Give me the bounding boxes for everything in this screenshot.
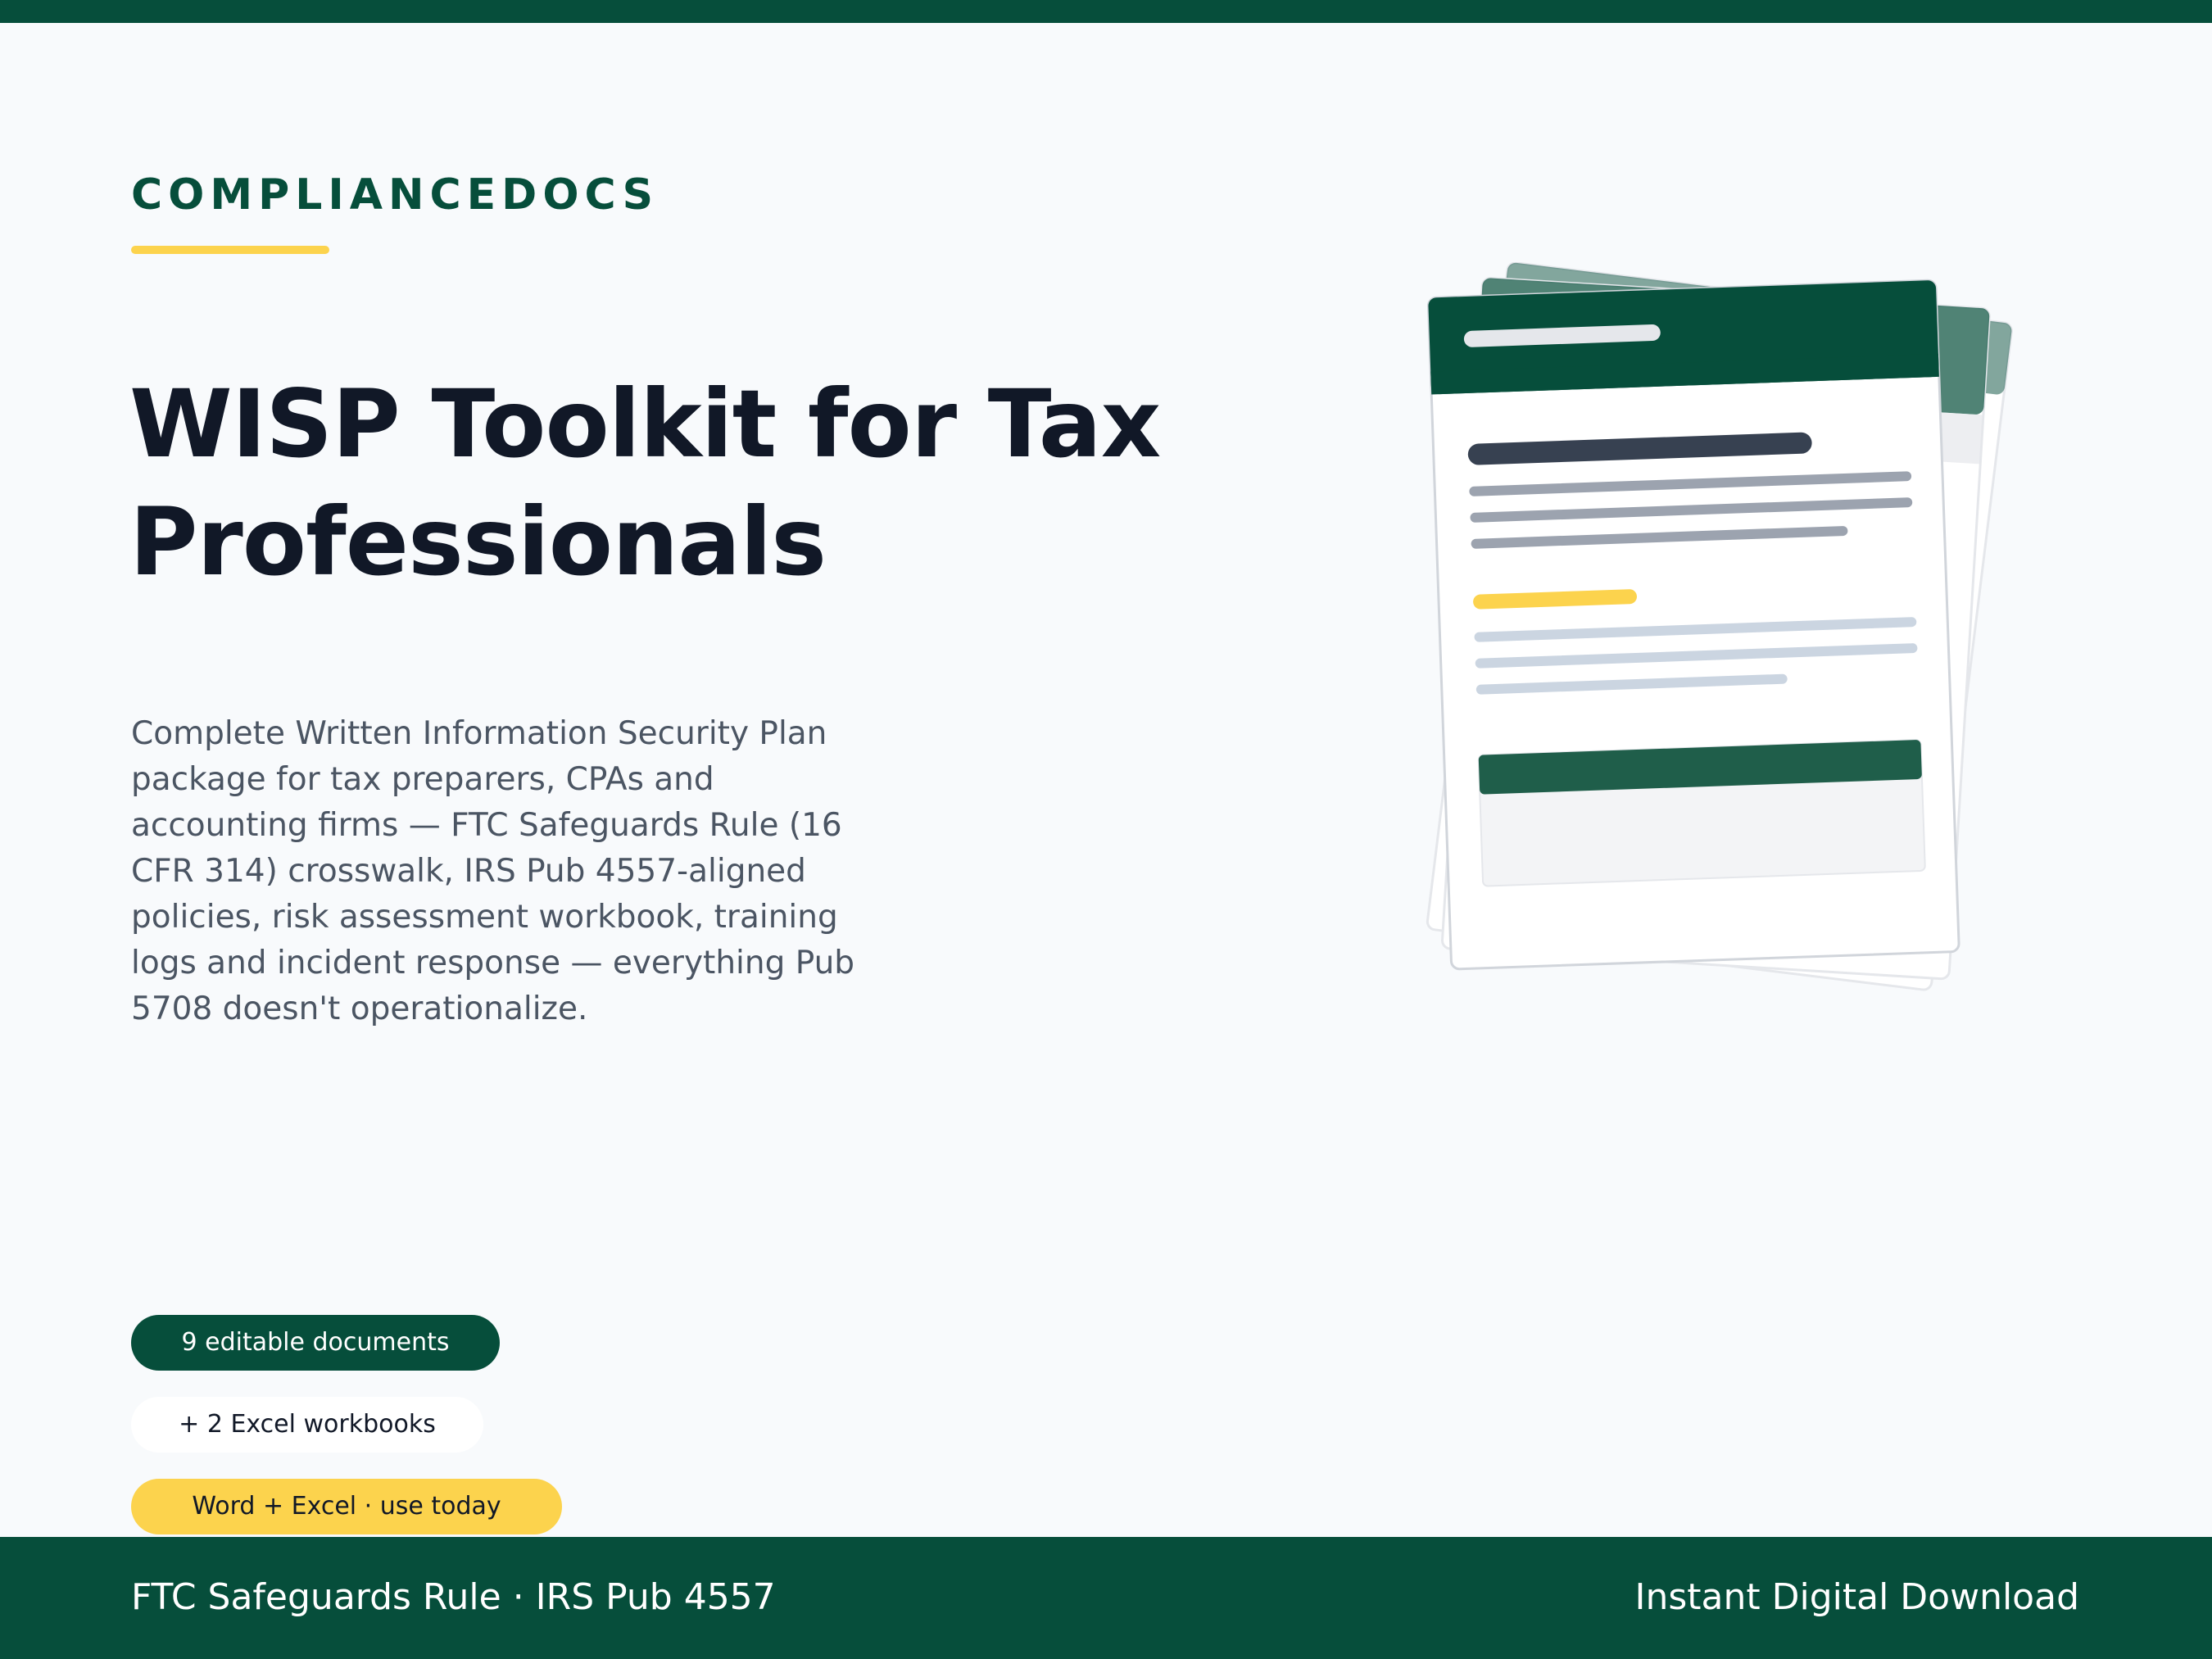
badge-editable-documents: 9 editable documents (131, 1315, 500, 1371)
badge-excel-workbooks: + 2 Excel workbooks (131, 1397, 483, 1453)
page-title: WISP Toolkit for Tax Professionals (129, 369, 1161, 596)
top-accent-bar (0, 0, 2212, 23)
front-document-sheet (1426, 279, 1960, 971)
brand-underline (131, 246, 329, 254)
document-stack-icon (1426, 262, 2013, 991)
footer-standards-text: FTC Safeguards Rule · IRS Pub 4557 (131, 1576, 776, 1618)
footer-download-text: Instant Digital Download (1634, 1576, 2079, 1618)
footer-bar: FTC Safeguards Rule · IRS Pub 4557 Insta… (0, 1537, 2212, 1659)
brand-name: COMPLIANCEDOCS (131, 170, 660, 220)
badge-word-excel-format: Word + Excel · use today (131, 1479, 562, 1534)
product-description: Complete Written Information Security Pl… (131, 715, 855, 1027)
